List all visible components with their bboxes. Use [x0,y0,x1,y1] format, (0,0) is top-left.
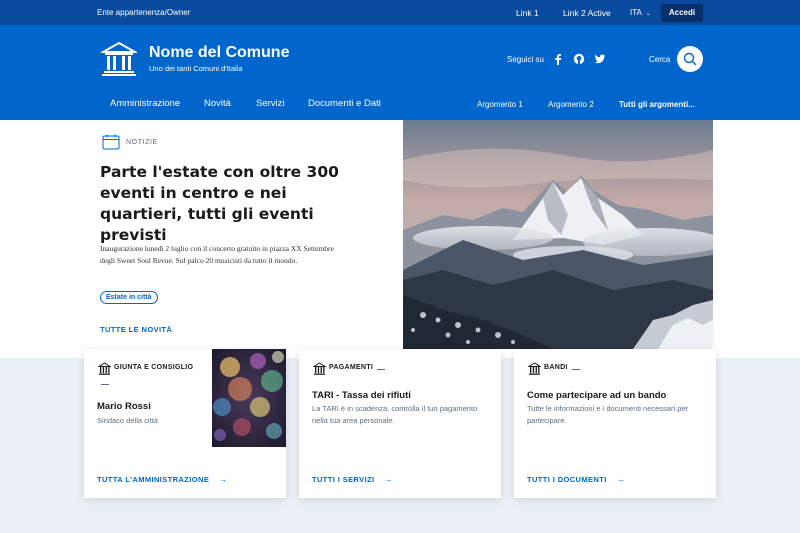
owner-link[interactable]: Ente appartenenza/Owner [97,8,190,17]
github-icon[interactable] [573,53,585,65]
card-category: GIUNTA E CONSIGLIO [114,364,194,371]
card-link[interactable]: TUTTA L'AMMINISTRAZIONE → [97,475,228,484]
card-text: Sindaco della città [97,416,158,425]
nav-amministrazione[interactable]: Amministrazione [110,98,180,109]
card-text: Tutte le informazioni e i documenti nece… [527,404,689,425]
card-link[interactable]: TUTTI I SERVIZI → [312,475,393,484]
nav-novita[interactable]: Novità [204,98,231,109]
twitter-icon[interactable] [594,53,606,65]
card-category: PAGAMENTI [329,364,374,371]
divider [572,369,580,370]
nav-all-topics[interactable]: Tutti gli argomenti... [619,100,695,109]
hero-tag-chip[interactable]: Estate in città [100,291,158,304]
all-news-link[interactable]: TUTTE LE NOVITÀ [100,325,172,334]
card-link[interactable]: TUTTI I DOCUMENTI → [527,475,625,484]
card-link-label: TUTTA L'AMMINISTRAZIONE [97,475,210,484]
town-hall-logo-icon[interactable] [101,41,137,77]
card-category: BANDI [544,364,568,371]
arrow-right-icon: → [219,475,228,484]
hero-mountain-image [403,120,713,349]
nav-servizi[interactable]: Servizi [256,98,285,109]
search-label[interactable]: Cerca [649,55,670,64]
divider [101,384,109,385]
nav-topic-2[interactable]: Argomento 2 [548,100,594,109]
language-label: ITA [630,8,642,17]
card-link-label: TUTTI I SERVIZI [312,475,375,484]
card-text: La TARI è in scadenza, controlla il tuo … [312,404,478,425]
card-title[interactable]: TARI - Tassa dei rifiuti [312,390,411,401]
login-button[interactable]: Accedi [661,4,703,22]
arrow-right-icon: → [616,475,626,484]
header-link-1[interactable]: Link 1 [516,8,539,18]
chevron-down-icon: ⌄ [645,11,651,17]
search-icon [683,52,697,66]
card-bandi: BANDI Come partecipare ad un bando Tutte… [514,349,716,498]
header-link-2[interactable]: Link 2 Active [563,8,611,18]
center-header: Nome del Comune Uno dei tanti Comuni d'I… [0,25,800,120]
card-title[interactable]: Mario Rossi [97,401,151,412]
bokeh-portrait-image [212,349,286,447]
town-hall-icon [528,362,541,375]
search-button[interactable] [677,46,703,72]
hero-title[interactable]: Parte l'estate con oltre 300 eventi in c… [100,162,350,246]
language-selector[interactable]: ITA ⌄ [630,8,651,17]
facebook-icon[interactable] [552,53,564,65]
brand-subtitle: Uno dei tanti Comuni d'Italia [149,64,243,73]
nav-topic-1[interactable]: Argomento 1 [477,100,523,109]
arrow-right-icon: → [384,475,393,484]
slim-header: Ente appartenenza/Owner Link 1 Link 2 Ac… [0,0,800,25]
card-pagamenti: PAGAMENTI TARI - Tassa dei rifiuti La TA… [299,349,501,498]
divider [377,369,385,370]
card-link-label: TUTTI I DOCUMENTI [527,475,607,484]
nav-documenti[interactable]: Documenti e Dati [308,98,381,109]
brand-title[interactable]: Nome del Comune [149,44,289,62]
social-label: Seguici su [507,55,544,64]
hero-category: NOTIZIE [126,139,158,146]
town-hall-icon [313,362,326,375]
calendar-icon [102,134,120,150]
card-title[interactable]: Come partecipare ad un bando [527,390,666,401]
hero-text: Inaugurazione lunedì 2 luglio con il con… [100,244,334,265]
town-hall-icon [98,362,111,375]
